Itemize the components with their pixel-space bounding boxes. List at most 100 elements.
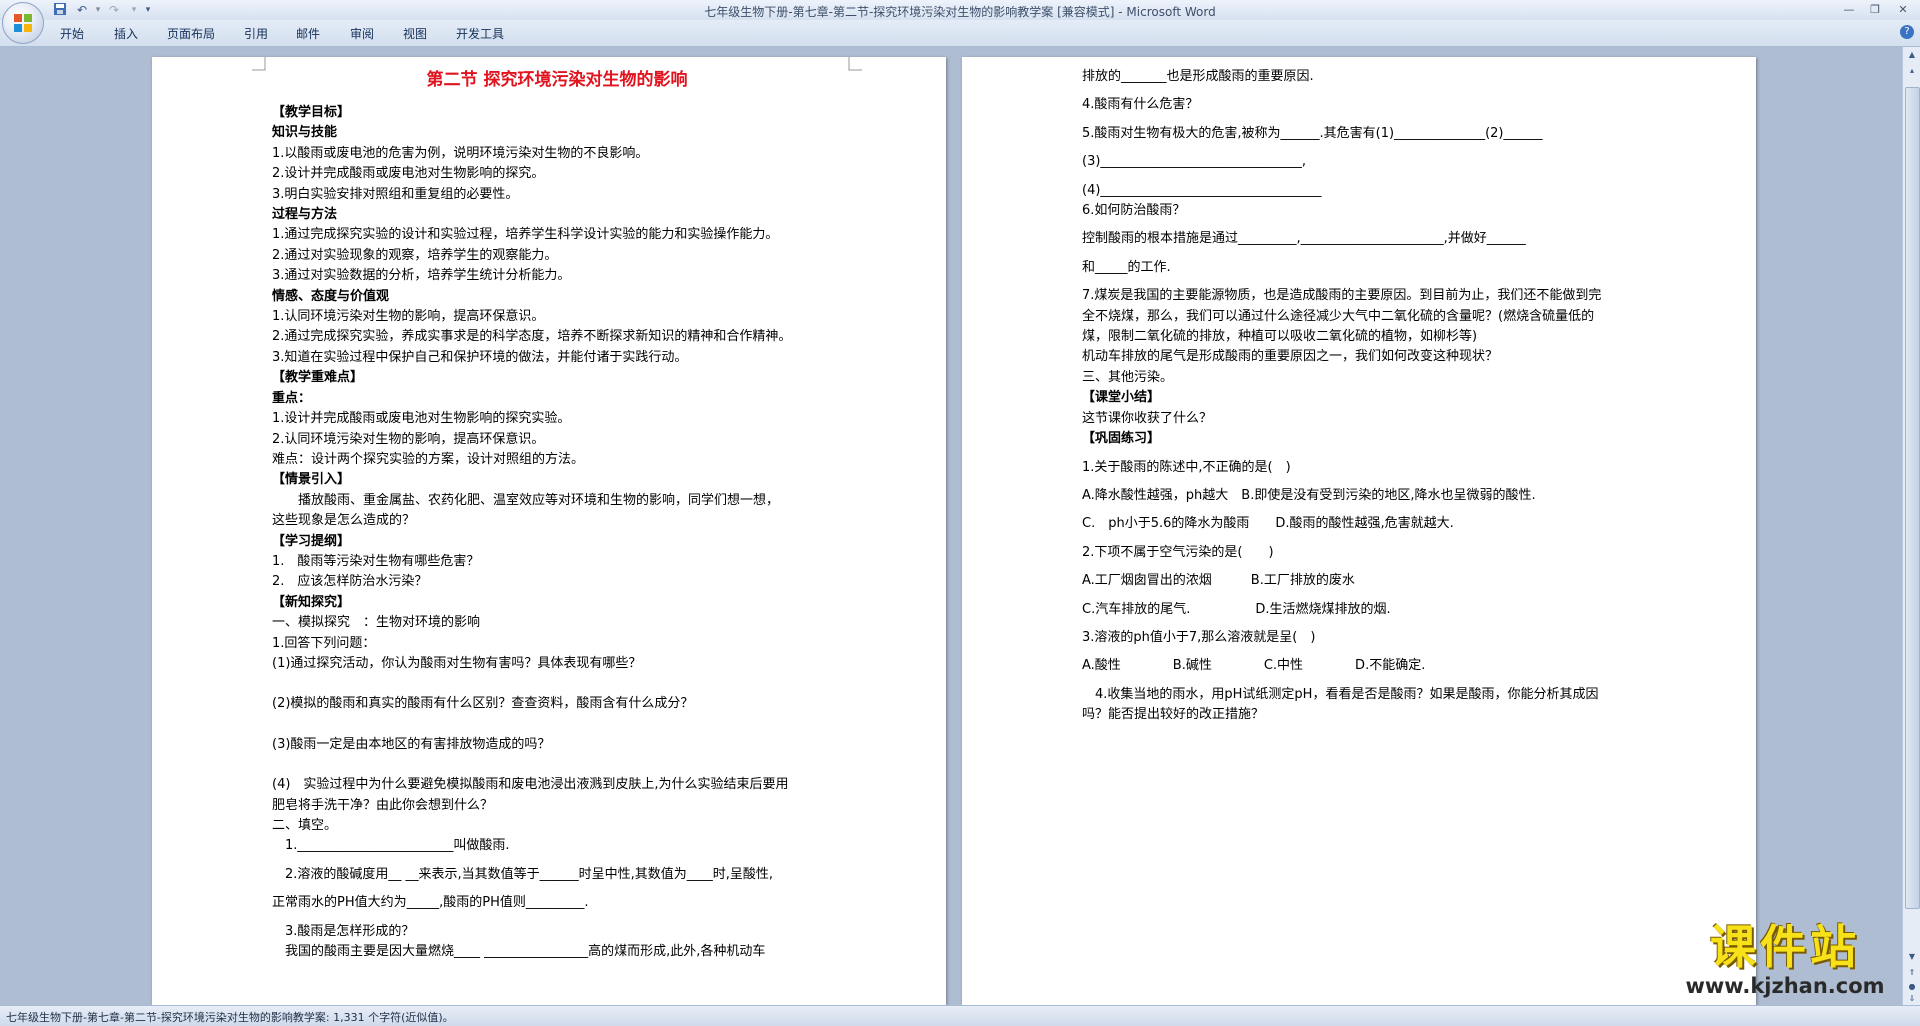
paragraph: 4.酸雨有什么危害？	[1082, 97, 1199, 113]
paragraph: 难点：设计两个探究实验的方案，设计对照组的方法。	[272, 451, 585, 467]
office-logo-icon	[14, 14, 32, 32]
close-icon[interactable]: ✕	[1888, 1, 1918, 18]
paragraph: 【学习提纲】	[272, 533, 351, 549]
paragraph: C.汽车排放的尾气. D.生活燃烧煤排放的烟.	[1082, 601, 1391, 617]
office-button[interactable]	[2, 2, 44, 44]
paragraph: 【巩固练习】	[1082, 431, 1161, 447]
paragraph: 1.认同环境污染对生物的影响，提高环保意识。	[272, 309, 545, 325]
paragraph: (3)酸雨一定是由本地区的有害排放物造成的吗？	[272, 736, 551, 752]
paragraph: 一、模拟探究 ：生物对环境的影响	[272, 615, 481, 631]
page-2-text[interactable]: 排放的_______也是形成酸雨的重要原因. 4.酸雨有什么危害？ 5.酸雨对生…	[1082, 67, 1652, 746]
paragraph: 这节课你收获了什么？	[1082, 410, 1213, 426]
watermark-title: 课件站	[1710, 920, 1860, 974]
paragraph: 重点：	[272, 390, 312, 406]
paragraph: 我国的酸雨主要是因大量燃烧____ ________________高的煤而形成…	[272, 944, 766, 960]
paragraph: 【新知探究】	[272, 594, 351, 610]
paragraph: 吗？能否提出较好的改正措施？	[1082, 707, 1265, 723]
paragraph: C. ph小于5.6的降水为酸雨 D.酸雨的酸性越强,危害就越大.	[1082, 516, 1454, 532]
paragraph: 1. 酸雨等污染对生物有哪些危害？	[272, 553, 480, 569]
paragraph: (4) 实验过程中为什么要避免模拟酸雨和废电池浸出液溅到皮肤上,为什么实验结束后…	[272, 777, 789, 793]
tab-page-layout[interactable]: 页面布局	[167, 25, 215, 42]
paragraph: 2.通过对实验现象的观察，培养学生的观察能力。	[272, 247, 558, 263]
tab-mailings[interactable]: 邮件	[296, 25, 320, 42]
title-bar: ↶ ▾ ↷ ▾ ▾ 七年级生物下册-第七章-第二节-探究环境污染对生物的影响教学…	[0, 0, 1920, 44]
paragraph: 【教学重难点】	[272, 370, 364, 386]
paragraph: 二、填空。	[272, 818, 338, 833]
paragraph: 3.酸雨是怎样形成的？	[272, 923, 415, 939]
empty-paragraph	[272, 755, 842, 775]
paragraph: 肥皂将手洗干净？由此你会想到什么？	[272, 797, 494, 813]
tab-view[interactable]: 视图	[403, 25, 427, 42]
paragraph: 1.通过完成探究实验的设计和实验过程，培养学生科学设计实验的能力和实验操作能力。	[272, 227, 779, 243]
paragraph: 2.下项不属于空气污染的是( )	[1082, 544, 1274, 560]
empty-paragraph	[1082, 726, 1652, 746]
paragraph: 1.________________________叫做酸雨.	[272, 838, 510, 854]
paragraph: 6.如何防治酸雨？	[1082, 203, 1186, 219]
restore-icon[interactable]: ❐	[1862, 1, 1888, 18]
paragraph: 机动车排放的尾气是形成酸雨的重要原因之一，我们如何改变这种现状？	[1082, 349, 1499, 365]
paragraph: 2.通过完成探究实验，养成实事求是的科学态度，培养不断探求新知识的精神和合作精神…	[272, 329, 792, 345]
paragraph: (4)__________________________________	[1082, 182, 1322, 198]
page-corner-mark	[848, 57, 862, 71]
paragraph: 排放的_______也是形成酸雨的重要原因.	[1082, 69, 1314, 84]
paragraph: 3.溶液的ph值小于7,那么溶液就是呈( )	[1082, 629, 1316, 645]
paragraph: 1.回答下列问题：	[272, 635, 376, 651]
paragraph: 三、其他污染。	[1082, 369, 1174, 385]
tab-review[interactable]: 审阅	[350, 25, 374, 42]
paragraph: (1)通过探究活动，你认为酸雨对生物有害吗？具体表现有哪些？	[272, 655, 642, 671]
page-corner-mark	[252, 57, 266, 71]
paragraph: 1.设计并完成酸雨或废电池对生物影响的探究实验。	[272, 411, 571, 427]
ruler-toggle-icon[interactable]: ▴	[1905, 65, 1919, 77]
paragraph: 3.通过对实验数据的分析，培养学生统计分析能力。	[272, 268, 571, 284]
paragraph: 【教学目标】	[272, 105, 351, 120]
document-title: 第二节 探究环境污染对生物的影响	[426, 70, 688, 90]
paragraph: 过程与方法	[272, 207, 338, 223]
paragraph: 【课堂小结】	[1082, 390, 1161, 406]
document-page-2[interactable]: 排放的_______也是形成酸雨的重要原因. 4.酸雨有什么危害？ 5.酸雨对生…	[962, 57, 1756, 1005]
watermark-url: www.kjzhan.com	[1685, 974, 1885, 998]
empty-paragraph	[272, 715, 842, 735]
watermark-logo: 课件站 www.kjzhan.com	[1660, 920, 1910, 1002]
paragraph: 情感、态度与价值观	[272, 288, 390, 304]
paragraph: 和_____的工作.	[1082, 259, 1171, 275]
paragraph: 3.明白实验安排对照组和重复组的必要性。	[272, 186, 519, 202]
paragraph: 煤，限制二氧化硫的排放，种植可以吸收二氧化硫的植物，如柳杉等)	[1082, 329, 1478, 345]
paragraph: 1.以酸雨或废电池的危害为例，说明环境污染对生物的不良影响。	[272, 145, 649, 161]
tab-insert[interactable]: 插入	[114, 25, 138, 42]
help-icon[interactable]: ?	[1900, 25, 1914, 39]
tab-home[interactable]: 开始	[60, 25, 84, 42]
paragraph: 4.收集当地的雨水，用pH试纸测定pH，看看是否是酸雨？如果是酸雨，你能分析其成…	[1082, 686, 1599, 702]
paragraph: A.降水酸性越强，ph越大 B.即使是没有受到污染的地区,降水也呈微弱的酸性.	[1082, 487, 1536, 503]
paragraph: 控制酸雨的根本措施是通过_________,__________________…	[1082, 231, 1526, 247]
paragraph: 5.酸雨对生物有极大的危害,被称为______.其危害有(1)_________…	[1082, 125, 1543, 141]
vertical-scrollbar[interactable]: ▲ ▴ ▼ ⇑ ● ⇓	[1902, 47, 1920, 1005]
paragraph: 2. 应该怎样防治水污染？	[272, 574, 428, 590]
paragraph: A.酸性 B.碱性 C.中性 D.不能确定.	[1082, 658, 1426, 674]
paragraph: 2.溶液的酸碱度用__ __来表示,当其数值等于______时呈中性,其数值为_…	[272, 866, 774, 882]
paragraph: (2)模拟的酸雨和真实的酸雨有什么区别？查查资料，酸雨含有什么成分？	[272, 696, 694, 712]
scroll-up-icon[interactable]: ▲	[1905, 49, 1919, 61]
document-page-1[interactable]: 第二节 探究环境污染对生物的影响 【教学目标】 知识与技能 1.以酸雨或废电池的…	[152, 57, 946, 1005]
tab-references[interactable]: 引用	[244, 25, 268, 42]
paragraph: 知识与技能	[272, 125, 338, 141]
paragraph: 正常雨水的PH值大约为_____,酸雨的PH值则_________.	[272, 895, 589, 911]
empty-paragraph	[272, 674, 842, 694]
window-title: 七年级生物下册-第七章-第二节-探究环境污染对生物的影响教学案 [兼容模式] -…	[704, 5, 1216, 19]
paragraph: 2.设计并完成酸雨或废电池对生物影响的探究。	[272, 166, 545, 182]
tab-developer[interactable]: 开发工具	[456, 25, 504, 42]
scrollbar-thumb[interactable]	[1905, 87, 1920, 909]
paragraph: 这些现象是怎么造成的？	[272, 513, 416, 529]
paragraph: 7.煤炭是我国的主要能源物质，也是造成酸雨的主要原因。到目前为止，我们还不能做到…	[1082, 288, 1602, 304]
status-word-count[interactable]: 七年级生物下册-第七章-第二节-探究环境污染对生物的影响教学案: 1,331 个…	[6, 1009, 454, 1025]
status-bar: 七年级生物下册-第七章-第二节-探究环境污染对生物的影响教学案: 1,331 个…	[0, 1005, 1920, 1026]
paragraph: 2.认同环境污染对生物的影响，提高环保意识。	[272, 431, 545, 447]
paragraph: A.工厂烟囱冒出的浓烟 B.工厂排放的废水	[1082, 573, 1355, 589]
paragraph: 播放酸雨、重金属盐、农药化肥、温室效应等对环境和生物的影响，同学们想一想，	[272, 492, 780, 508]
minimize-icon[interactable]: —	[1836, 1, 1862, 18]
page-1-text[interactable]: 第二节 探究环境污染对生物的影响 【教学目标】 知识与技能 1.以酸雨或废电池的…	[272, 67, 842, 962]
paragraph: (3)_______________________________,	[1082, 154, 1307, 170]
document-area[interactable]: 第二节 探究环境污染对生物的影响 【教学目标】 知识与技能 1.以酸雨或废电池的…	[0, 47, 1902, 1005]
paragraph: 【情景引入】	[272, 472, 351, 488]
paragraph: 全不烧煤，那么，我们可以通过什么途径减少大气中二氧化硫的含量呢？(燃烧含硫量低的	[1082, 308, 1595, 324]
paragraph: 3.知道在实验过程中保护自己和保护环境的做法，并能付诸于实践行动。	[272, 349, 688, 365]
